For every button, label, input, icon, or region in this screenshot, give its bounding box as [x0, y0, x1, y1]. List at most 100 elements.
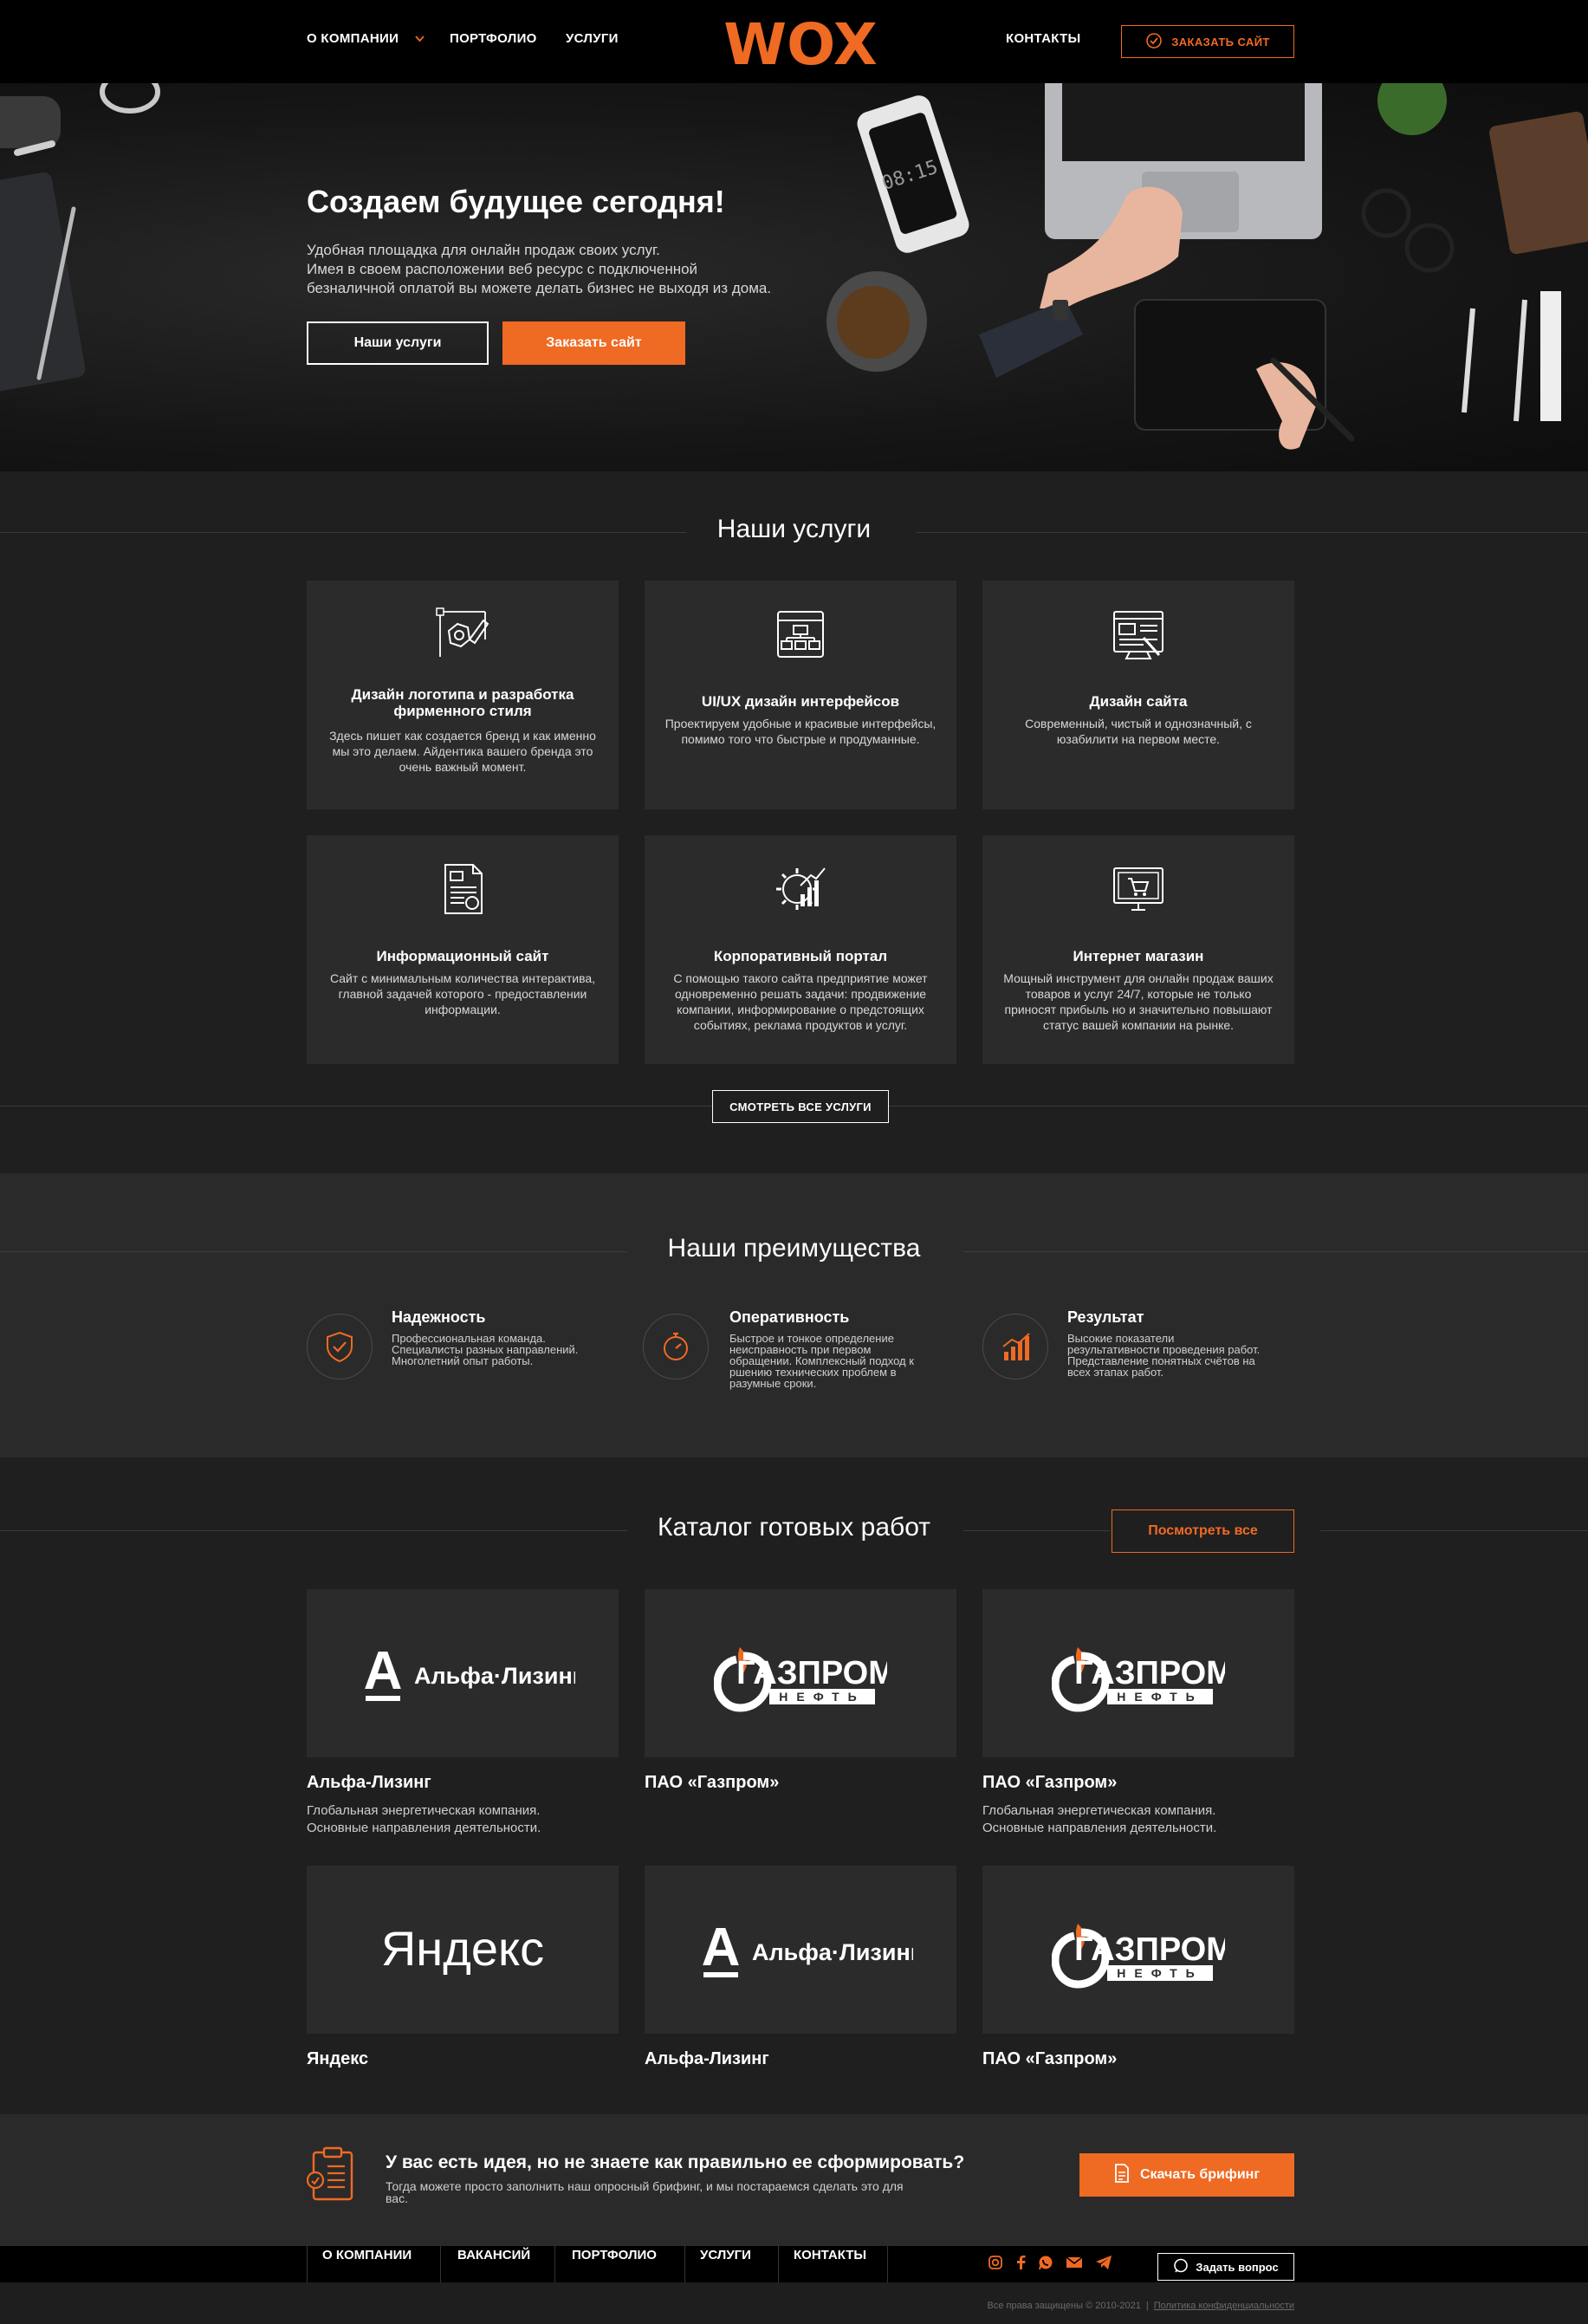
portfolio-desc-line: Глобальная энергетическая компания.	[982, 1803, 1216, 1818]
gazprom-neft-logo: ГАЗПРОМ НЕФТЬ	[714, 1647, 887, 1712]
service-desc: Здесь пишет как создается бренд и как им…	[329, 729, 596, 774]
view-all-button[interactable]: Посмотреть все	[1112, 1509, 1294, 1553]
alfa-leasing-logo: A Альфа·Лизинг	[364, 1641, 575, 1701]
download-brief-button[interactable]: Скачать брифинг	[1079, 2153, 1294, 2197]
portfolio-name[interactable]: ПАО «Газпром»	[645, 1773, 779, 1793]
portfolio-card[interactable]: ГАЗПРОМ НЕФТЬ	[645, 1589, 956, 1757]
nav-contacts[interactable]: КОНТАКТЫ	[1006, 31, 1080, 46]
service-card[interactable]: Корпоративный портал С помощью такого са…	[645, 835, 956, 1064]
hero-text-line: Удобная площадка для онлайн продаж своих…	[307, 242, 660, 258]
hero-text-line: Имея в своем расположении веб ресурс с п…	[307, 261, 698, 277]
whatsapp-icon[interactable]	[1038, 2255, 1053, 2275]
brief-text: Тогда можете просто заполнить наш опросн…	[386, 2180, 1044, 2204]
portal-icon	[776, 867, 826, 910]
service-title: Информационный сайт	[376, 948, 549, 964]
nav-services[interactable]: УСЛУГИ	[566, 31, 619, 46]
service-title: UI/UX дизайн интерфейсов	[701, 693, 900, 710]
privacy-policy-link[interactable]: Политика конфиденциальности	[1154, 2301, 1294, 2311]
check-circle-icon	[1145, 32, 1163, 52]
order-site-label: ЗАКАЗАТЬ САЙТ	[1171, 35, 1270, 49]
divider	[684, 2246, 685, 2282]
footer-nav-contacts[interactable]: КОНТАКТЫ	[794, 2248, 866, 2262]
nav-portfolio[interactable]: ПОРТФОЛИО	[450, 31, 537, 46]
svg-text:ГАЗПРОМ: ГАЗПРОМ	[1074, 1655, 1225, 1691]
service-desc: С помощью такого сайта предприятие может…	[673, 971, 928, 1032]
order-site-hero-button[interactable]: Заказать сайт	[502, 321, 685, 365]
advantage-title: Оперативность	[729, 1308, 850, 1326]
portfolio-desc: Глобальная энергетическая компания. Осно…	[982, 1802, 1294, 1837]
service-card[interactable]: Интернет магазин Мощный инструмент для о…	[982, 835, 1294, 1064]
portfolio-desc: Глобальная энергетическая компания. Осно…	[307, 1802, 619, 1837]
portfolio-card[interactable]: A Альфа·Лизинг	[307, 1589, 619, 1757]
divider	[440, 2246, 441, 2282]
advantages-title: Наши преимущества	[667, 1234, 921, 1263]
gazprom-neft-logo: ГАЗПРОМ НЕФТЬ	[1052, 1924, 1225, 1989]
hero-description: Удобная площадка для онлайн продаж своих…	[307, 241, 826, 298]
advantage-text-line: разумные сроки.	[729, 1377, 817, 1390]
portfolio-desc-line: Основные направления деятельности.	[307, 1821, 541, 1835]
divider	[887, 2246, 888, 2282]
brief-title: У вас есть идея, но не знаете как правил…	[386, 2152, 965, 2172]
footer-nav-about[interactable]: О КОМПАНИИ	[322, 2248, 412, 2262]
footer-nav-vacancies[interactable]: ВАКАНСИЙ	[457, 2248, 530, 2262]
download-brief-label: Скачать брифинг	[1139, 2167, 1261, 2182]
services-section: Наши услуги Дизайн логотипа и разработка…	[0, 471, 1588, 1173]
copyright: Все права защищены © 2010-2021 | Политик…	[988, 2301, 1294, 2311]
hero-title: Создаем будущее сегодня!	[307, 184, 725, 219]
divider	[307, 2246, 308, 2282]
service-desc: Современный, чистый и однозначный, с юза…	[1025, 717, 1252, 746]
portfolio-name[interactable]: ПАО «Газпром»	[982, 1773, 1117, 1793]
social-links	[988, 2255, 1112, 2274]
portfolio-card[interactable]: A Альфа·Лизинг	[645, 1866, 956, 2034]
portfolio-name[interactable]: Альфа-Лизинг	[645, 2049, 769, 2069]
all-services-button[interactable]: СМОТРЕТЬ ВСЕ УСЛУГИ	[712, 1090, 889, 1123]
yandex-logo: Яндекс	[381, 1921, 544, 1976]
service-title: Дизайн сайта	[1089, 693, 1188, 710]
service-card[interactable]: Информационный сайт Сайт с минимальным к…	[307, 835, 619, 1064]
portfolio-desc-line: Глобальная энергетическая компания.	[307, 1803, 541, 1818]
site-header: О КОМПАНИИ ПОРТФОЛИО УСЛУГИ WOX КОНТАКТЫ…	[0, 0, 1588, 83]
web-design-icon	[1113, 611, 1163, 659]
nav-about-label: О КОМПАНИИ	[307, 31, 399, 46]
nav-about[interactable]: О КОМПАНИИ	[307, 31, 425, 46]
footer-nav-portfolio[interactable]: ПОРТФОЛИО	[572, 2248, 657, 2262]
divider	[554, 2246, 555, 2282]
copyright-separator: |	[1145, 2301, 1149, 2311]
service-card[interactable]: Дизайн логотипа и разработка фирменного …	[307, 581, 619, 809]
portfolio-card[interactable]: ГАЗПРОМ НЕФТЬ	[982, 1866, 1294, 2034]
svg-text:НЕФТЬ: НЕФТЬ	[1117, 1690, 1202, 1704]
mail-icon[interactable]	[1066, 2256, 1083, 2273]
catalog-section: Каталог готовых работ Посмотреть все A А…	[0, 1457, 1588, 2114]
wox-logo[interactable]: WOX	[714, 9, 887, 75]
shield-icon	[307, 1314, 373, 1379]
advantage-text-line: Многолетний опыт работы.	[392, 1354, 534, 1367]
portfolio-name[interactable]: Альфа-Лизинг	[307, 1773, 431, 1793]
our-services-button[interactable]: Наши услуги	[307, 321, 489, 365]
svg-text:A: A	[364, 1641, 403, 1701]
logo-design-icon	[436, 607, 489, 657]
service-desc: Сайт с минимальным количества интерактив…	[329, 971, 596, 1016]
svg-text:НЕФТЬ: НЕФТЬ	[1117, 1966, 1202, 1980]
chevron-down-icon	[414, 31, 425, 46]
footer-nav-services[interactable]: УСЛУГИ	[700, 2248, 751, 2262]
portfolio-name[interactable]: Яндекс	[307, 2049, 368, 2069]
service-desc: Проектируем удобные и красивые интерфейс…	[664, 717, 937, 746]
divider	[0, 1106, 712, 1107]
portfolio-card[interactable]: ГАЗПРОМ НЕФТЬ	[982, 1589, 1294, 1757]
portfolio-name[interactable]: ПАО «Газпром»	[982, 2049, 1117, 2069]
catalog-title: Каталог готовых работ	[658, 1513, 930, 1542]
service-title: Корпоративный портал	[713, 948, 888, 964]
telegram-icon[interactable]	[1095, 2255, 1112, 2275]
instagram-icon[interactable]	[988, 2255, 1003, 2275]
facebook-icon[interactable]	[1015, 2255, 1026, 2275]
portfolio-desc-line: Основные направления деятельности.	[982, 1821, 1217, 1835]
portfolio-card[interactable]: Яндекс	[307, 1866, 619, 2034]
order-site-button[interactable]: ЗАКАЗАТЬ САЙТ	[1121, 25, 1294, 58]
brief-section: У вас есть идея, но не знаете как правил…	[0, 2114, 1588, 2246]
ask-question-button[interactable]: Задать вопрос	[1157, 2253, 1294, 2281]
divider	[778, 2246, 779, 2282]
advantage-title: Надежность	[392, 1308, 486, 1326]
advantage-text-line: всех этапах работ.	[1067, 1366, 1164, 1379]
service-card[interactable]: Дизайн сайта Современный, чистый и одноз…	[982, 581, 1294, 809]
service-card[interactable]: UI/UX дизайн интерфейсов Проектируем удо…	[645, 581, 956, 809]
